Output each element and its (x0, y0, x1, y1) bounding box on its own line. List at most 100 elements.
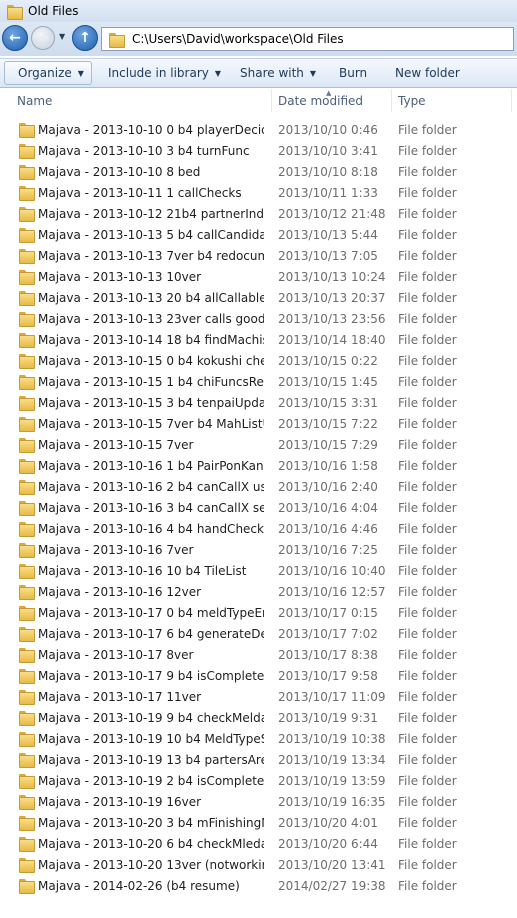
file-row[interactable]: Majava - 2013-10-14 18 b4 findMachis 2013… (0, 329, 517, 350)
file-date-modified: 2013/10/10 3:41 (278, 143, 378, 158)
file-row[interactable]: Majava - 2013-10-10 0 b4 playerDecide 201… (0, 119, 517, 140)
file-type: File folder (398, 332, 457, 347)
file-row[interactable]: Majava - 2013-10-19 9 b4 checkMeldable 20… (0, 707, 517, 728)
file-type: File folder (398, 521, 457, 536)
column-header-type[interactable]: Type (398, 89, 426, 112)
burn-button[interactable]: Burn (339, 59, 367, 87)
file-row[interactable]: Majava - 2013-10-17 0 b4 meldTypeEnum 201… (0, 602, 517, 623)
folder-icon (18, 270, 35, 285)
column-divider[interactable] (511, 89, 512, 112)
file-row[interactable]: Majava - 2013-10-15 7ver 2013/10/15 7:29 F… (0, 434, 517, 455)
file-date-modified: 2013/10/13 23:56 (278, 311, 386, 326)
file-row[interactable]: Majava - 2013-10-20 3 b4 mFinishingMelds… (0, 812, 517, 833)
file-date-modified: 2013/10/15 7:29 (278, 437, 378, 452)
folder-icon (18, 165, 35, 180)
file-row[interactable]: Majava - 2013-10-13 7ver b4 redocument 20… (0, 245, 517, 266)
file-row[interactable]: Majava - 2013-10-19 13 b4 partersAreStil… (0, 749, 517, 770)
recent-pages-dropdown-icon[interactable]: ▼ (59, 32, 65, 41)
folder-icon (18, 249, 35, 264)
file-row[interactable]: Majava - 2013-10-16 3 b4 canCallX sets n… (0, 497, 517, 518)
burn-label: Burn (339, 66, 368, 80)
file-row[interactable]: Majava - 2013-10-13 10ver 2013/10/13 10:2… (0, 266, 517, 287)
file-date-modified: 2013/10/14 18:40 (278, 332, 386, 347)
file-date-modified: 2013/10/16 1:58 (278, 458, 378, 473)
folder-icon (18, 354, 35, 369)
file-row[interactable]: Majava - 2013-10-13 20 b4 allCallableTil… (0, 287, 517, 308)
file-date-modified: 2013/10/11 1:33 (278, 185, 378, 200)
file-date-modified: 2013/10/20 4:01 (278, 815, 378, 830)
file-row[interactable]: Majava - 2013-10-10 3 b4 turnFunc 2013/10… (0, 140, 517, 161)
file-row[interactable]: Majava - 2013-10-17 6 b4 generateDemo 201… (0, 623, 517, 644)
file-row[interactable]: Majava - 2013-10-13 5 b4 callCandidate 20… (0, 224, 517, 245)
file-name: Majava - 2013-10-19 9 b4 checkMeldable (38, 710, 264, 725)
column-divider[interactable] (391, 89, 392, 112)
file-name: Majava - 2013-10-17 9 b4 isComplete do..… (38, 668, 264, 683)
column-header: Name ▲ Date modified Type (0, 89, 517, 112)
folder-icon (18, 333, 35, 348)
file-row[interactable]: Majava - 2013-10-15 3 b4 tenpaiUpdate 201… (0, 392, 517, 413)
file-row[interactable]: Majava - 2013-10-16 12ver 2013/10/16 12:5… (0, 581, 517, 602)
folder-icon (18, 732, 35, 747)
file-name: Majava - 2013-10-19 13 b4 partersAreStil… (38, 752, 264, 767)
file-date-modified: 2013/10/19 13:34 (278, 752, 386, 767)
file-row[interactable]: Majava - 2013-10-17 11ver 2013/10/17 11:0… (0, 686, 517, 707)
file-date-modified: 2013/10/10 8:18 (278, 164, 378, 179)
file-row[interactable]: Majava - 2013-10-19 16ver 2013/10/19 16:3… (0, 791, 517, 812)
file-row[interactable]: Majava - 2013-10-16 7ver 2013/10/16 7:25 F… (0, 539, 517, 560)
file-row[interactable]: Majava - 2013-10-15 1 b4 chiFuncsRework 2… (0, 371, 517, 392)
folder-icon (18, 879, 35, 894)
file-row[interactable]: Majava - 2013-10-19 10 b4 MeldTypeStac..… (0, 728, 517, 749)
file-row[interactable]: Majava - 2013-10-10 8 bed 2013/10/10 8:18… (0, 161, 517, 182)
command-bar: Organize ▼ Include in library ▼ Share wi… (0, 58, 517, 88)
forward-button[interactable]: → (31, 26, 55, 50)
file-date-modified: 2013/10/19 13:59 (278, 773, 386, 788)
organize-button[interactable]: Organize ▼ (4, 61, 92, 85)
file-name: Majava - 2013-10-14 18 b4 findMachis (38, 332, 264, 347)
folder-icon (18, 753, 35, 768)
file-row[interactable]: Majava - 2013-10-20 6 b4 checkMledable..… (0, 833, 517, 854)
file-row[interactable]: Majava - 2013-10-11 1 callChecks 2013/10/… (0, 182, 517, 203)
folder-icon (18, 564, 35, 579)
navigation-bar: ← → ▼ ↑ C:\Users\David\workspace\Old Fil… (0, 22, 517, 56)
column-header-date-modified[interactable]: Date modified (278, 89, 363, 112)
folder-icon (18, 690, 35, 705)
file-date-modified: 2013/10/15 1:45 (278, 374, 378, 389)
up-button[interactable]: ↑ (72, 25, 98, 51)
file-name: Majava - 2013-10-15 0 b4 kokushi check (38, 353, 264, 368)
file-type: File folder (398, 353, 457, 368)
share-with-button[interactable]: Share with ▼ (240, 59, 316, 87)
file-row[interactable]: Majava - 2013-10-15 7ver b4 MahListUse 20… (0, 413, 517, 434)
file-type: File folder (398, 815, 457, 830)
folder-icon (18, 606, 35, 621)
include-in-library-label: Include in library (108, 66, 209, 80)
file-type: File folder (398, 143, 457, 158)
file-row[interactable]: Majava - 2013-10-19 2 b4 isCompleteHan..… (0, 770, 517, 791)
new-folder-label: New folder (395, 66, 460, 80)
back-button[interactable]: ← (2, 25, 28, 51)
file-row[interactable]: Majava - 2013-10-12 21b4 partnerIndices 2… (0, 203, 517, 224)
file-type: File folder (398, 500, 457, 515)
column-divider[interactable] (271, 89, 272, 112)
file-row[interactable]: Majava - 2013-10-16 4 b4 handChecker 2013… (0, 518, 517, 539)
file-date-modified: 2013/10/15 0:22 (278, 353, 378, 368)
file-date-modified: 2013/10/15 3:31 (278, 395, 378, 410)
file-date-modified: 2013/10/16 12:57 (278, 584, 386, 599)
file-row[interactable]: Majava - 2013-10-16 2 b4 canCallX uses t… (0, 476, 517, 497)
file-row[interactable]: Majava - 2014-02-26 (b4 resume) 2014/02/2… (0, 875, 517, 896)
include-in-library-button[interactable]: Include in library ▼ (108, 59, 221, 87)
new-folder-button[interactable]: New folder (395, 59, 460, 87)
file-row[interactable]: Majava - 2013-10-13 23ver calls good 2013… (0, 308, 517, 329)
file-date-modified: 2013/10/16 4:46 (278, 521, 378, 536)
file-row[interactable]: Majava - 2013-10-17 8ver 2013/10/17 8:38 F… (0, 644, 517, 665)
file-date-modified: 2014/02/27 19:38 (278, 878, 386, 893)
file-row[interactable]: Majava - 2013-10-17 9 b4 isComplete do..… (0, 665, 517, 686)
file-date-modified: 2013/10/13 5:44 (278, 227, 378, 242)
column-header-name[interactable]: Name (17, 89, 52, 112)
file-row[interactable]: Majava - 2013-10-16 10 b4 TileList 2013/1… (0, 560, 517, 581)
file-date-modified: 2013/10/17 8:38 (278, 647, 378, 662)
address-bar[interactable]: C:\Users\David\workspace\Old Files (101, 27, 514, 51)
file-row[interactable]: Majava - 2013-10-20 13ver (notworking) 20… (0, 854, 517, 875)
file-row[interactable]: Majava - 2013-10-15 0 b4 kokushi check 20… (0, 350, 517, 371)
file-row[interactable]: Majava - 2013-10-16 1 b4 PairPonKan ge..… (0, 455, 517, 476)
file-type: File folder (398, 416, 457, 431)
